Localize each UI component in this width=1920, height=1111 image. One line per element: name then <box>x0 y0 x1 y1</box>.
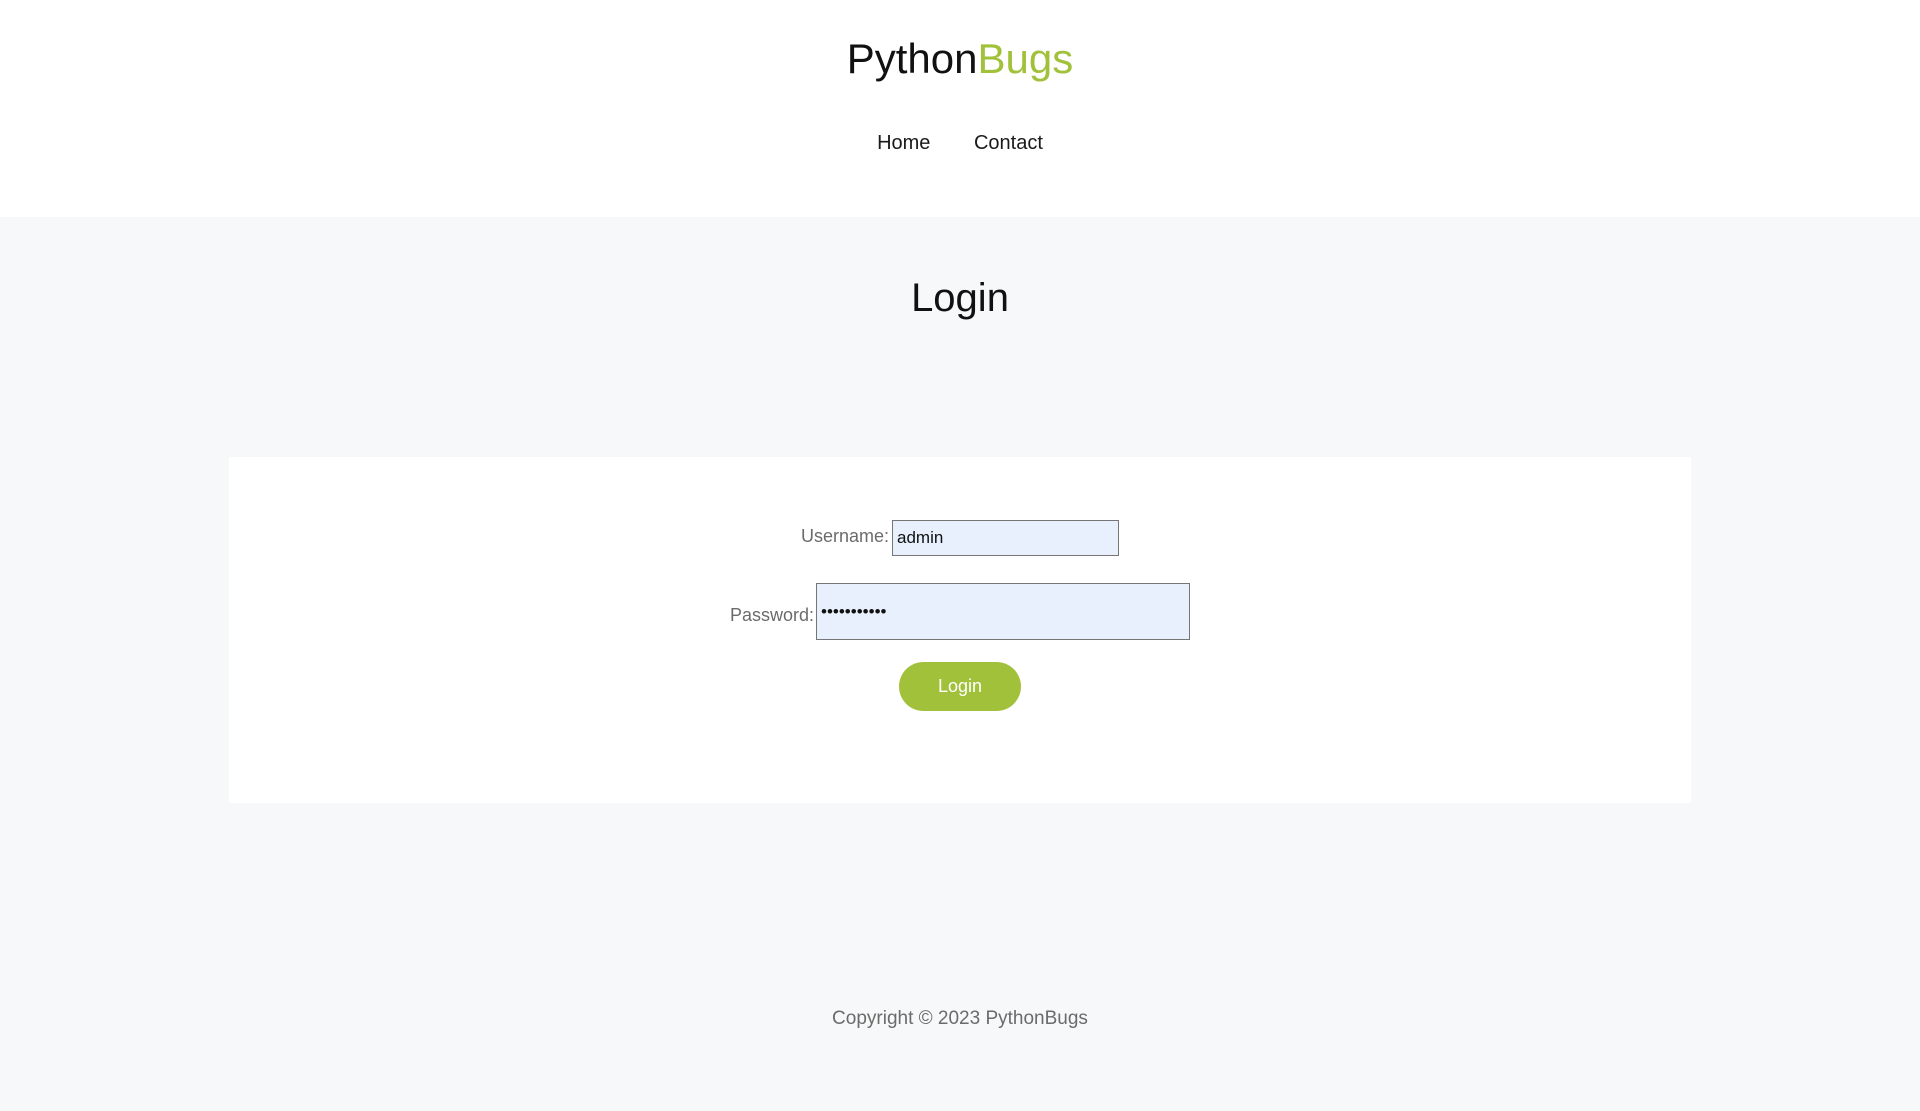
login-button[interactable]: Login <box>899 662 1021 711</box>
logo-text-primary: Python <box>846 35 978 82</box>
logo-text-accent: Bugs <box>977 35 1074 82</box>
site-logo[interactable]: PythonBugs <box>0 33 1920 85</box>
footer-copyright: Copyright © 2023 PythonBugs <box>832 1008 1088 1029</box>
username-label: Username: <box>801 526 890 546</box>
password-input[interactable] <box>816 583 1190 640</box>
main-nav: Home Contact <box>0 128 1920 158</box>
site-header: PythonBugs Home Contact <box>0 0 1920 217</box>
nav-link-contact[interactable]: Contact <box>974 128 1043 158</box>
nav-link-home[interactable]: Home <box>877 128 930 158</box>
page-title: Login <box>911 276 1009 320</box>
password-label: Password: <box>730 605 815 625</box>
username-input[interactable] <box>892 520 1119 556</box>
